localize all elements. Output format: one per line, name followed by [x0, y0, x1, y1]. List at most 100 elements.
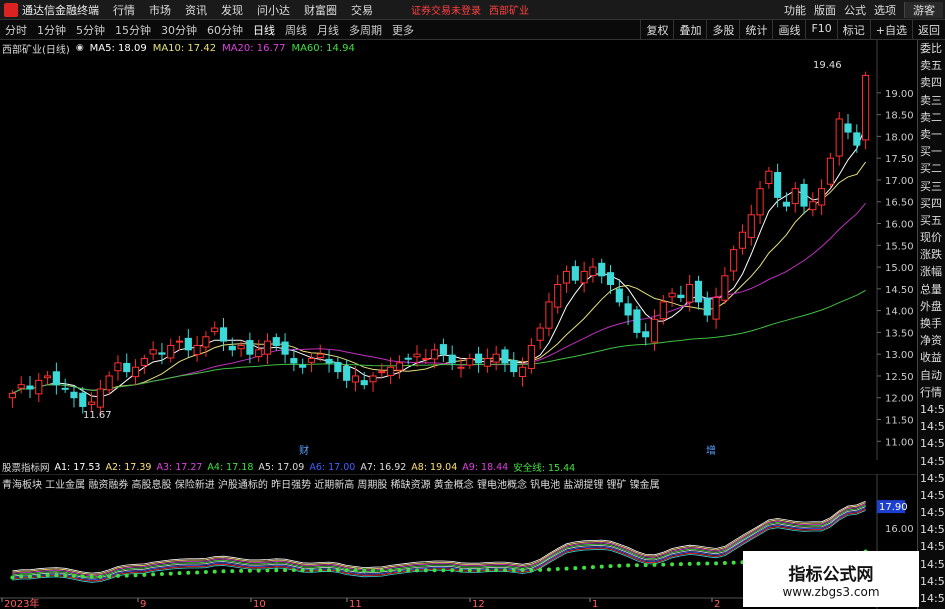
multi-stock-button[interactable]: 多股 [706, 20, 739, 40]
safe-line-dot [608, 564, 613, 569]
period-timeshare[interactable]: 分时 [4, 22, 28, 38]
draw-button[interactable]: 画线 [772, 20, 805, 40]
side-panel-item[interactable]: 行情 [918, 384, 945, 401]
period-15min[interactable]: 15分钟 [114, 22, 152, 38]
candle-body [518, 366, 527, 377]
side-panel-item[interactable]: 14:5 [918, 470, 945, 487]
candlestick [642, 323, 650, 346]
candlestick [862, 71, 870, 150]
safe-line-dot [626, 563, 631, 568]
menu-discover[interactable]: 发现 [221, 2, 243, 18]
menu-wealth[interactable]: 财富圈 [304, 2, 337, 18]
candle-body [413, 353, 421, 358]
event-marker-zeng[interactable]: 增 [706, 444, 716, 457]
side-panel-item[interactable]: 买二 [918, 160, 945, 177]
safe-line-dot [450, 568, 455, 573]
side-panel-item[interactable]: 委比 [918, 40, 945, 57]
candlestick [510, 352, 518, 377]
side-panel-item[interactable]: 买四 [918, 195, 945, 212]
safe-line-dot [590, 565, 595, 570]
stats-button[interactable]: 统计 [739, 20, 772, 40]
f10-button[interactable]: F10 [805, 20, 836, 40]
guest-button[interactable]: 游客 [904, 2, 943, 18]
candle-body [87, 401, 96, 405]
side-panel-item[interactable]: 净资 [918, 332, 945, 349]
safe-line-dot [89, 574, 94, 579]
login-notice[interactable]: 证券交易未登录 [411, 2, 481, 17]
adjust-button[interactable]: 复权 [640, 20, 673, 40]
side-panel-item[interactable]: 买三 [918, 178, 945, 195]
period-multi[interactable]: 多周期 [348, 22, 383, 38]
menu-quotes[interactable]: 行情 [113, 2, 135, 18]
side-panel-item[interactable]: 卖五 [918, 57, 945, 74]
side-panel-item[interactable]: 14:5 [918, 418, 945, 435]
event-marker-cai[interactable]: 财 [299, 444, 309, 457]
safe-line-dot [371, 568, 376, 573]
menu-market[interactable]: 市场 [149, 2, 171, 18]
candle-body [61, 387, 69, 390]
x-tick-label: 1 [592, 599, 598, 609]
menu-trade[interactable]: 交易 [351, 2, 373, 18]
side-panel-item[interactable]: 14:5 [918, 401, 945, 418]
side-panel-item[interactable]: 卖二 [918, 109, 945, 126]
safe-line-dot [151, 572, 156, 577]
side-panel-item[interactable]: 14:5 [918, 556, 945, 573]
safe-line-dot [687, 561, 692, 566]
period-60min[interactable]: 60分钟 [206, 22, 244, 38]
menu-ask[interactable]: 问小达 [257, 2, 290, 18]
period-5min[interactable]: 5分钟 [75, 22, 106, 38]
side-panel-item[interactable]: 涨幅 [918, 263, 945, 280]
overlay-button[interactable]: 叠加 [673, 20, 706, 40]
y-tick-label: 13.00 [885, 350, 914, 361]
side-panel-item[interactable]: 卖一 [918, 126, 945, 143]
candle-body [149, 349, 157, 355]
menu-options[interactable]: 选项 [874, 2, 896, 18]
mark-button[interactable]: 标记 [836, 20, 870, 40]
side-panel-item[interactable]: 现价 [918, 229, 945, 246]
period-monthly[interactable]: 月线 [316, 22, 340, 38]
candle-body [35, 379, 43, 395]
candlestick [756, 180, 764, 224]
menu-function[interactable]: 功能 [784, 2, 806, 18]
side-panel-item[interactable]: 14:5 [918, 573, 945, 590]
period-weekly[interactable]: 周线 [284, 22, 308, 38]
side-panel-item[interactable]: 买一 [918, 143, 945, 160]
side-panel-item[interactable]: 卖四 [918, 74, 945, 91]
menu-news[interactable]: 资讯 [185, 2, 207, 18]
add-watchlist-button[interactable]: +自选 [869, 20, 912, 40]
side-panel-item[interactable]: 收益 [918, 349, 945, 366]
period-30min[interactable]: 30分钟 [160, 22, 198, 38]
candlestick [343, 359, 351, 389]
side-panel-item[interactable]: 卖三 [918, 92, 945, 109]
period-1min[interactable]: 1分钟 [36, 22, 67, 38]
side-panel-item[interactable]: 14:5 [918, 538, 945, 555]
candle-body [791, 188, 799, 205]
side-panel-item[interactable]: 14:5 [918, 504, 945, 521]
side-panel-item[interactable]: 买五 [918, 212, 945, 229]
period-daily[interactable]: 日线 [252, 22, 276, 38]
side-panel-item[interactable]: 自动 [918, 367, 945, 384]
candle-body [360, 380, 368, 386]
side-panel-item[interactable]: 14:5 [918, 487, 945, 504]
menu-layout[interactable]: 版面 [814, 2, 836, 18]
indicator-name[interactable]: 股票指标网 [2, 460, 50, 474]
kline-chart[interactable]: 19.00 18.50 18.00 17.50 17.00 16.50 16.00 15.50… [0, 40, 917, 460]
side-panel-item[interactable]: 换手 [918, 315, 945, 332]
period-more[interactable]: 更多 [391, 22, 415, 38]
side-panel-item[interactable]: 14:5 [918, 435, 945, 452]
side-panel-item[interactable]: 14:5 [918, 521, 945, 538]
back-button[interactable]: 返回 [912, 20, 945, 40]
ind-y-tick-label: 16.00 [885, 524, 914, 535]
side-panel-item[interactable]: 14:5 [918, 453, 945, 470]
candlestick [818, 179, 826, 215]
safe-line-dot [582, 565, 587, 570]
safe-line-dot [379, 568, 384, 573]
candlestick [853, 124, 861, 153]
side-panel-item[interactable]: 总量 [918, 281, 945, 298]
candlestick [809, 192, 817, 217]
x-tick-label: 9 [140, 599, 146, 609]
side-panel-item[interactable]: 14:5 [918, 590, 945, 607]
side-panel-item[interactable]: 外盘 [918, 298, 945, 315]
side-panel-item[interactable]: 涨跌 [918, 246, 945, 263]
menu-formula[interactable]: 公式 [844, 2, 866, 18]
